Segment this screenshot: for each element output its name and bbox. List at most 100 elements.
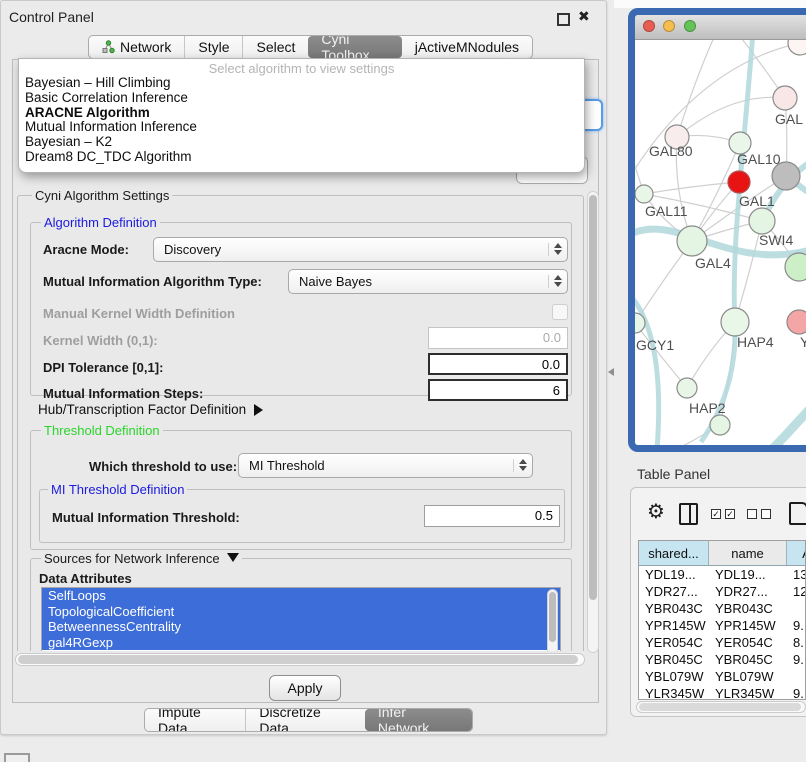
deselect-all-checkbox-icon[interactable] bbox=[747, 509, 757, 519]
close-icon[interactable]: ✖ bbox=[578, 8, 590, 24]
table-row[interactable]: YBR043CYBR043C bbox=[639, 600, 805, 617]
mi-steps-field[interactable]: 6 bbox=[428, 379, 568, 401]
mi-algorithm-type-combo[interactable]: Naive Bayes bbox=[288, 269, 568, 294]
tab-label: Infer Network bbox=[378, 708, 459, 732]
network-node-gal11[interactable] bbox=[635, 185, 653, 203]
attribute-list-scrollbar[interactable] bbox=[547, 589, 558, 651]
table-row[interactable]: YER054CYER054C8. bbox=[639, 634, 805, 651]
tab-infer-network[interactable]: Infer Network bbox=[365, 709, 472, 731]
mi-steps-label: Mutual Information Steps: bbox=[43, 386, 203, 401]
node-attribute-table[interactable]: shared...nameA YDL19...YDL19...13YDR27..… bbox=[638, 540, 806, 700]
column-header-shared[interactable]: shared... bbox=[639, 541, 709, 565]
select-all-checkbox-icon[interactable]: ✓ bbox=[711, 509, 721, 519]
threshold-definition-legend: Threshold Definition bbox=[41, 423, 163, 438]
table-body: YDL19...YDL19...13YDR27...YDR27...12YBR0… bbox=[639, 566, 805, 700]
network-node-gal1[interactable] bbox=[749, 208, 775, 234]
algorithm-option-bayesian-hill-climbing[interactable]: Bayesian – Hill Climbing bbox=[23, 76, 580, 91]
algorithm-option-bayesian-k2[interactable]: Bayesian – K2 bbox=[23, 135, 580, 150]
minimized-panel-icon[interactable] bbox=[4, 753, 30, 762]
which-threshold-combo[interactable]: MI Threshold bbox=[238, 453, 533, 478]
sources-legend[interactable]: Sources for Network Inference bbox=[41, 551, 242, 566]
table-cell: YBR045C bbox=[639, 651, 709, 668]
network-node[interactable] bbox=[710, 415, 730, 435]
table-cell bbox=[787, 600, 806, 617]
settings-vertical-scrollbar[interactable] bbox=[587, 191, 599, 653]
column-visibility-icon[interactable] bbox=[679, 503, 698, 525]
node-label-swi4: SWI4 bbox=[759, 232, 793, 248]
node-label-hap4: HAP4 bbox=[737, 334, 774, 350]
table-row[interactable]: YLR345WYLR345W9. bbox=[639, 685, 805, 700]
network-node[interactable] bbox=[788, 40, 806, 55]
dpi-tolerance-field[interactable]: 0.0 bbox=[428, 353, 568, 375]
tab-jactivemnodules[interactable]: jActiveMNodules bbox=[402, 36, 532, 58]
network-canvas[interactable]: GALGAL80GAL10GAL1GAL11GAL4SWI4GCY1HAP4YH… bbox=[635, 40, 806, 445]
document-icon[interactable] bbox=[789, 502, 806, 525]
attribute-item-selfloops[interactable]: SelfLoops bbox=[42, 588, 560, 604]
network-window-titlebar[interactable] bbox=[635, 15, 806, 40]
table-settings-gear-icon[interactable]: ⚙ bbox=[647, 502, 665, 522]
attribute-item-betweennesscentrality[interactable]: BetweennessCentrality bbox=[42, 619, 560, 635]
control-panel-window: Control Panel ✖ NetworkStyleSelectCyni T… bbox=[0, 0, 607, 735]
table-row[interactable]: YPR145WYPR145W9. bbox=[639, 617, 805, 634]
expander-right-icon bbox=[254, 404, 263, 416]
settings-scroll-viewport: Cyni Algorithm Settings Algorithm Defini… bbox=[14, 191, 586, 651]
tab-network[interactable]: Network bbox=[89, 36, 184, 58]
table-cell: YBR045C bbox=[709, 651, 787, 668]
bottom-tabs: Impute DataDiscretize Data Infer Network bbox=[144, 708, 473, 732]
apply-button-label: Apply bbox=[287, 680, 322, 696]
deselect-all-checkbox-icon[interactable] bbox=[761, 509, 771, 519]
node-label-gcy1: GCY1 bbox=[636, 337, 674, 353]
table-horizontal-scrollbar[interactable] bbox=[636, 701, 806, 713]
combo-arrows-icon bbox=[548, 275, 567, 289]
network-view-window[interactable]: GALGAL80GAL10GAL1GAL11GAL4SWI4GCY1HAP4YH… bbox=[628, 8, 806, 452]
mi-threshold-field[interactable]: 0.5 bbox=[424, 505, 560, 527]
minimize-traffic-light-icon[interactable] bbox=[663, 20, 675, 32]
tab-select[interactable]: Select bbox=[242, 36, 308, 58]
apply-button[interactable]: Apply bbox=[269, 675, 341, 701]
table-row[interactable]: YBL079WYBL079W bbox=[639, 668, 805, 685]
network-node[interactable] bbox=[728, 171, 750, 193]
data-attributes-list[interactable]: SelfLoopsTopologicalCoefficientBetweenne… bbox=[41, 587, 561, 651]
manual-kernel-width-checkbox[interactable] bbox=[552, 304, 568, 320]
control-panel-title: Control Panel bbox=[9, 9, 94, 25]
algorithm-option-dream8-dc-tdc-algorithm[interactable]: Dream8 DC_TDC Algorithm bbox=[23, 150, 580, 165]
attribute-item-gal4rgexp[interactable]: gal4RGexp bbox=[42, 635, 560, 651]
aracne-mode-combo[interactable]: Discovery bbox=[153, 237, 568, 262]
table-row[interactable]: YDR27...YDR27...12 bbox=[639, 583, 805, 600]
tab-cyni-toolbox[interactable]: Cyni Toolbox bbox=[308, 36, 401, 58]
threshold-definition-group: Threshold Definition Which threshold to … bbox=[30, 430, 572, 550]
tab-discretize-data[interactable]: Discretize Data bbox=[245, 709, 365, 731]
algorithm-option-mutual-information-inference[interactable]: Mutual Information Inference bbox=[23, 120, 580, 135]
panel-splitter-collapse-icon[interactable] bbox=[608, 368, 614, 376]
table-cell: YDL19... bbox=[709, 566, 787, 583]
kernel-width-field[interactable]: 0.0 bbox=[428, 327, 568, 349]
table-row[interactable]: YBR045CYBR045C9. bbox=[639, 651, 805, 668]
node-label-hap2: HAP2 bbox=[689, 400, 726, 416]
network-node-gal[interactable] bbox=[773, 86, 797, 110]
hub-transcription-factor-expander[interactable]: Hub/Transcription Factor Definition bbox=[38, 402, 263, 417]
aracne-mode-label: Aracne Mode: bbox=[43, 242, 129, 257]
network-node-y[interactable] bbox=[787, 310, 806, 334]
table-cell: 9. bbox=[787, 617, 806, 634]
column-header-name[interactable]: name bbox=[709, 541, 787, 565]
algorithm-option-basic-correlation-inference[interactable]: Basic Correlation Inference bbox=[23, 91, 580, 106]
tab-impute-data[interactable]: Impute Data bbox=[145, 709, 245, 731]
table-cell: YLR345W bbox=[709, 685, 787, 700]
table-row[interactable]: YDL19...YDL19...13 bbox=[639, 566, 805, 583]
settings-horizontal-scrollbar[interactable] bbox=[15, 653, 585, 666]
zoom-traffic-light-icon[interactable] bbox=[684, 20, 696, 32]
node-label-gal: GAL bbox=[775, 111, 803, 127]
close-traffic-light-icon[interactable] bbox=[643, 20, 655, 32]
tab-style[interactable]: Style bbox=[184, 36, 242, 58]
float-window-icon[interactable] bbox=[557, 13, 570, 26]
table-cell: YER054C bbox=[639, 634, 709, 651]
network-node-gal4[interactable] bbox=[677, 226, 707, 256]
select-all-checkbox-icon[interactable]: ✓ bbox=[725, 509, 735, 519]
network-node-hap4[interactable] bbox=[721, 308, 749, 336]
network-node[interactable] bbox=[772, 162, 800, 190]
network-node-hap2[interactable] bbox=[677, 378, 697, 398]
background-strip bbox=[614, 0, 806, 8]
algorithm-option-aracne-algorithm[interactable]: ARACNE Algorithm bbox=[23, 106, 580, 121]
column-header-a[interactable]: A bbox=[787, 541, 806, 565]
attribute-item-topologicalcoefficient[interactable]: TopologicalCoefficient bbox=[42, 604, 560, 620]
